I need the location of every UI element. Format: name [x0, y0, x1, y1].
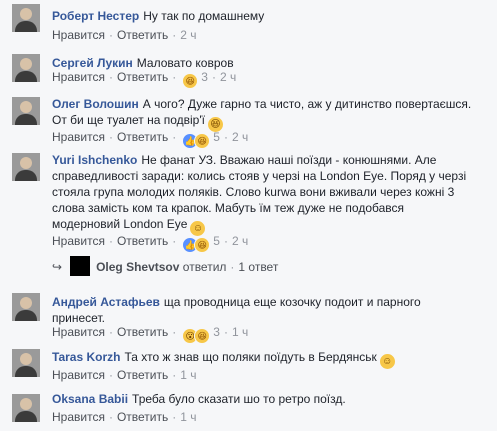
- comment-line-5: модерновий London Eye: [52, 217, 188, 231]
- author-link[interactable]: Сергей Лукин: [52, 56, 133, 70]
- comment-line-2: справедливості заради: колись стояв у че…: [52, 169, 467, 183]
- comment-actions: Нравится · Ответить · 2 ч: [52, 28, 197, 42]
- comment-actions: Нравится · Ответить · 1 ч: [52, 368, 197, 382]
- haha-reaction-icon: 😆: [194, 328, 211, 344]
- comment-text: Yuri Ishchenko Не фанат УЗ. Вважаю наші п…: [52, 152, 482, 236]
- avatar[interactable]: [12, 349, 40, 377]
- reply-link[interactable]: Ответить: [117, 70, 168, 84]
- avatar[interactable]: [12, 293, 40, 321]
- avatar[interactable]: [12, 394, 40, 422]
- comment-actions: Нравится · Ответить · 😮 😆 3 · 1 ч: [52, 324, 248, 344]
- timestamp[interactable]: 1 ч: [232, 325, 248, 339]
- avatar[interactable]: [12, 97, 40, 125]
- comment-actions: Нравится · Ответить · 😆 3 · 2 ч: [52, 69, 236, 89]
- like-link[interactable]: Нравится: [52, 130, 105, 144]
- comment-actions: Нравится · Ответить · 👍 😆 5 · 2 ч: [52, 129, 248, 149]
- timestamp[interactable]: 1 ч: [180, 368, 196, 382]
- avatar[interactable]: [12, 4, 40, 32]
- comment-actions: Нравится · Ответить · 1 ч: [52, 410, 197, 424]
- comment-body: Треба було сказати шо то ретро поїзд.: [132, 392, 346, 406]
- reactions-summary[interactable]: 😆 3: [182, 69, 208, 89]
- reply-count: 1 ответ: [238, 260, 279, 274]
- reply-link[interactable]: Ответить: [117, 28, 168, 42]
- reply-link[interactable]: Ответить: [117, 368, 168, 382]
- like-link[interactable]: Нравится: [52, 70, 105, 84]
- timestamp[interactable]: 1 ч: [180, 410, 196, 424]
- reply-link[interactable]: Ответить: [117, 410, 168, 424]
- timestamp[interactable]: 2 ч: [180, 28, 196, 42]
- reply-author-name: Oleg Shevtsov: [96, 260, 180, 274]
- comment-text: Oksana Babii Треба було сказати шо то рет…: [52, 391, 482, 407]
- comment-body: Маловато ковров: [136, 56, 234, 70]
- like-link[interactable]: Нравится: [52, 368, 105, 382]
- avatar[interactable]: [12, 153, 40, 181]
- timestamp[interactable]: 2 ч: [220, 70, 236, 84]
- like-link[interactable]: Нравится: [52, 325, 105, 339]
- reply-thread-link[interactable]: ↪ Oleg Shevtsov ответил · 1 ответ: [52, 256, 279, 276]
- reply-verb: ответил: [182, 260, 227, 274]
- author-link[interactable]: Oksana Babii: [52, 392, 128, 406]
- comment-line-1: Не фанат УЗ. Вважаю наші поїзди - конюшн…: [141, 153, 437, 167]
- author-link[interactable]: Олег Волошин: [52, 97, 139, 111]
- haha-reaction-icon: 😆: [182, 73, 199, 89]
- author-link[interactable]: Taras Korzh: [52, 350, 120, 364]
- timestamp[interactable]: 2 ч: [232, 234, 248, 248]
- reactions-summary[interactable]: 👍 😆 5: [182, 233, 220, 253]
- comment-actions: Нравится · Ответить · 👍 😆 5 · 2 ч: [52, 233, 248, 253]
- reactions-summary[interactable]: 👍 😆 5: [182, 129, 220, 149]
- like-link[interactable]: Нравится: [52, 410, 105, 424]
- comment-body: Ну так по домашнему: [143, 9, 265, 23]
- comment-line-3: стояла група молодих поляків. Слово kurw…: [52, 185, 455, 199]
- comment-text: Андрей Астафьев ща проводница еще козочку…: [52, 294, 482, 326]
- author-link[interactable]: Андрей Астафьев: [52, 295, 160, 309]
- comment-body: Та хто ж знав що поляки поїдуть в Бердян…: [124, 350, 377, 364]
- haha-reaction-icon: 😆: [194, 133, 211, 149]
- reply-link[interactable]: Ответить: [117, 234, 168, 248]
- author-link[interactable]: Yuri Ishchenko: [52, 153, 137, 167]
- like-link[interactable]: Нравится: [52, 28, 105, 42]
- haha-reaction-icon: 😆: [194, 237, 211, 253]
- reply-link[interactable]: Ответить: [117, 130, 168, 144]
- author-link[interactable]: Роберт Нестер: [52, 9, 139, 23]
- comment-line-4: слова замість ком та крапок. Мабуть їм т…: [52, 201, 405, 215]
- comment-line-2: принесет.: [52, 311, 105, 325]
- comment-text: Роберт Нестер Ну так по домашнему: [52, 8, 482, 24]
- comment-text: Олег Волошин А чого? Дуже гарно та чисто,…: [52, 96, 482, 132]
- reply-avatar: [70, 256, 91, 276]
- reply-link[interactable]: Ответить: [117, 325, 168, 339]
- like-link[interactable]: Нравится: [52, 234, 105, 248]
- reply-arrow-icon: ↪: [52, 260, 63, 274]
- comment-line-1: ща проводница еще козочку подоит и парно…: [163, 295, 421, 309]
- avatar[interactable]: [12, 54, 40, 82]
- smile-emoji-icon: ☺: [379, 354, 395, 369]
- reactions-summary[interactable]: 😮 😆 3: [182, 324, 220, 344]
- timestamp[interactable]: 2 ч: [232, 130, 248, 144]
- comment-text: Taras Korzh Та хто ж знав що поляки поїду…: [52, 349, 482, 369]
